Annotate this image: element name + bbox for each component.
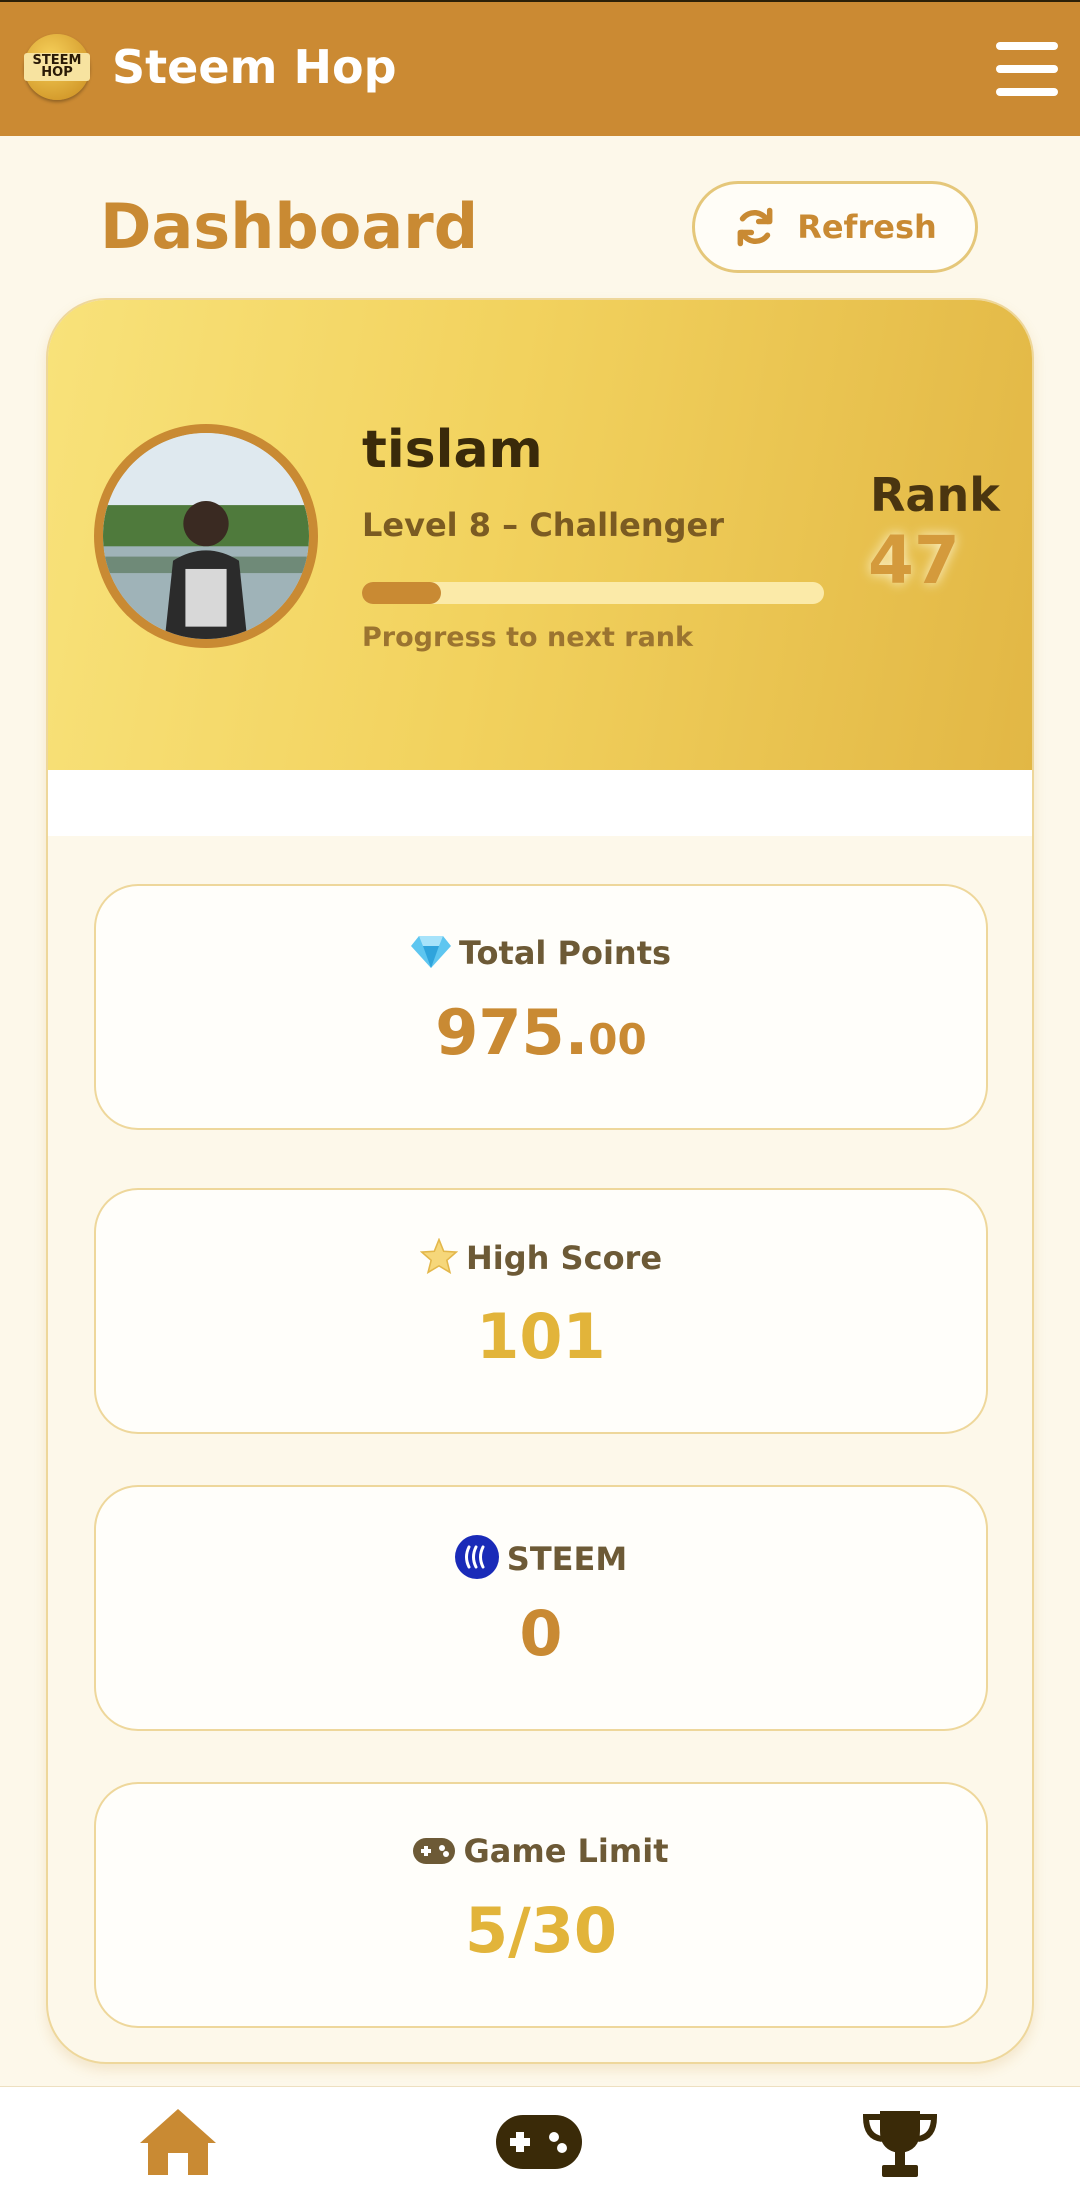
game-limit-card: Game Limit 5/30 (94, 1782, 988, 2028)
gamepad-icon (413, 1834, 456, 1872)
rank-progress-fill (362, 582, 441, 604)
star-icon (419, 1237, 459, 1282)
progress-label: Progress to next rank (362, 622, 693, 653)
refresh-icon (737, 207, 773, 247)
gamepad-icon (496, 2115, 582, 2169)
total-points-label: Total Points (458, 934, 672, 972)
total-points-card: Total Points 975.00 (94, 884, 988, 1130)
dashboard-card: tislam Level 8 – Challenger Progress to … (46, 298, 1034, 2064)
total-points-decimal: 00 (588, 1015, 647, 1064)
rank-label: Rank (870, 468, 1000, 522)
game-limit-label: Game Limit (463, 1832, 669, 1870)
nav-home[interactable] (138, 2107, 218, 2181)
nav-games[interactable] (496, 2115, 582, 2173)
username: tislam (362, 420, 543, 480)
high-score-value: 101 (476, 1300, 606, 1373)
nav-leaderboard[interactable] (860, 2109, 940, 2183)
app-logo[interactable]: STEEM HOP (24, 34, 90, 100)
app-title: Steem Hop (112, 40, 397, 94)
high-score-label: High Score (465, 1239, 663, 1277)
trophy-icon (862, 2111, 938, 2177)
divider-strip (48, 770, 1032, 836)
refresh-label: Refresh (797, 208, 937, 246)
hamburger-menu-icon[interactable] (996, 42, 1058, 98)
page-title: Dashboard (100, 190, 479, 263)
steem-value: 0 (519, 1597, 563, 1670)
rank-value: 47 (868, 522, 960, 599)
home-icon (140, 2109, 216, 2175)
high-score-card: High Score 101 (94, 1188, 988, 1434)
steem-label: STEEM (506, 1540, 628, 1578)
level-label: Level 8 – Challenger (362, 506, 724, 544)
bottom-navigation (0, 2086, 1080, 2199)
gem-icon (410, 934, 451, 976)
game-limit-value: 5/30 (464, 1894, 618, 1967)
avatar[interactable] (94, 424, 318, 648)
total-points-value: 975. (435, 996, 589, 1069)
steem-card: STEEM 0 (94, 1485, 988, 1731)
top-app-bar: STEEM HOP Steem Hop (0, 0, 1080, 136)
rank-progress-bar (362, 582, 824, 604)
refresh-button[interactable]: Refresh (692, 181, 978, 273)
logo-text: STEEM HOP (24, 53, 90, 81)
steem-icon (454, 1535, 499, 1587)
profile-banner: tislam Level 8 – Challenger Progress to … (48, 300, 1032, 770)
